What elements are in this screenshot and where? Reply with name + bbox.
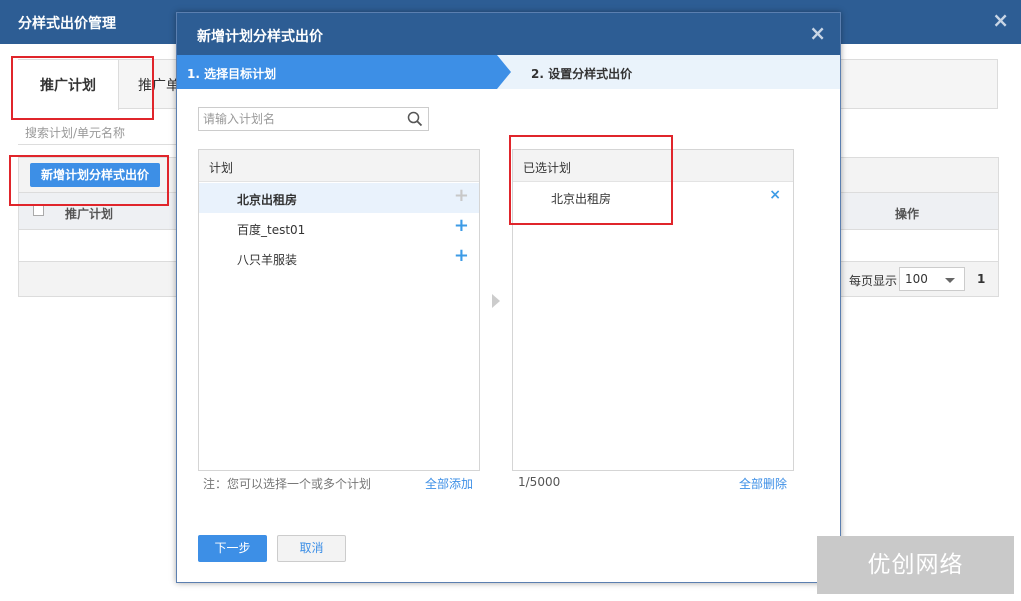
remove-close-icon[interactable]: × bbox=[769, 187, 781, 203]
watermark-logo: 优创网络 bbox=[817, 536, 1014, 594]
available-plans-header: 计划 bbox=[199, 150, 479, 182]
add-plus-icon[interactable]: + bbox=[454, 216, 469, 236]
outer-window-title: 分样式出价管理 bbox=[18, 16, 116, 32]
available-plans-title: 计划 bbox=[209, 161, 234, 175]
per-page-label: 每页显示 bbox=[849, 274, 898, 288]
selection-note: 注：您可以选择一个或多个计划 bbox=[203, 477, 372, 491]
add-plus-icon[interactable]: + bbox=[454, 246, 469, 266]
dialog-title: 新增计划分样式出价 bbox=[197, 29, 323, 45]
plan-name: 八只羊服装 bbox=[237, 253, 298, 267]
dialog-header: 新增计划分样式出价 × bbox=[177, 13, 840, 55]
step-1: 1. 选择目标计划 bbox=[177, 55, 497, 89]
outer-search-input[interactable]: 搜索计划/单元名称 bbox=[25, 124, 125, 141]
search-icon[interactable] bbox=[407, 111, 423, 127]
highlight-box-tab bbox=[11, 56, 154, 120]
plan-search-box bbox=[198, 107, 429, 131]
highlight-box-new-button bbox=[9, 155, 169, 206]
list-item[interactable]: 八只羊服装 + bbox=[199, 243, 479, 273]
step-1-label: 1. 选择目标计划 bbox=[187, 67, 277, 81]
transfer-arrow-icon bbox=[492, 294, 500, 308]
plan-search-input[interactable] bbox=[203, 111, 398, 127]
cancel-button[interactable]: 取消 bbox=[277, 535, 346, 562]
outer-close-icon[interactable]: × bbox=[992, 10, 1009, 30]
per-page-value: 100 bbox=[905, 272, 928, 286]
page-number[interactable]: 1 bbox=[977, 272, 985, 286]
add-plus-icon: + bbox=[453, 185, 469, 206]
add-plan-bid-dialog: 新增计划分样式出价 × 1. 选择目标计划 2. 设置分样式出价 计划 北京出租… bbox=[176, 12, 841, 583]
dialog-close-icon[interactable]: × bbox=[809, 23, 826, 43]
chevron-down-icon bbox=[945, 278, 955, 283]
plan-name: 北京出租房 bbox=[237, 193, 298, 207]
plan-name: 百度_test01 bbox=[237, 223, 306, 237]
add-all-link[interactable]: 全部添加 bbox=[425, 475, 473, 492]
highlight-box-selected bbox=[509, 135, 673, 225]
next-step-button[interactable]: 下一步 bbox=[198, 535, 267, 562]
per-page-select[interactable]: 100 bbox=[899, 267, 965, 291]
select-all-checkbox[interactable] bbox=[33, 205, 44, 216]
search-underline bbox=[18, 144, 178, 145]
column-header-plan: 推广计划 bbox=[65, 207, 114, 221]
step-2-label: 2. 设置分样式出价 bbox=[531, 67, 633, 81]
column-header-operation: 操作 bbox=[895, 207, 920, 221]
delete-all-link[interactable]: 全部删除 bbox=[739, 475, 787, 492]
available-plans-panel: 计划 北京出租房 + 百度_test01 + 八只羊服装 + bbox=[198, 149, 480, 471]
step-arrow bbox=[497, 55, 511, 89]
list-item[interactable]: 北京出租房 + bbox=[199, 183, 479, 213]
list-item[interactable]: 百度_test01 + bbox=[199, 213, 479, 243]
step-indicator: 1. 选择目标计划 2. 设置分样式出价 bbox=[177, 55, 840, 89]
selected-count: 1/5000 bbox=[518, 475, 561, 489]
